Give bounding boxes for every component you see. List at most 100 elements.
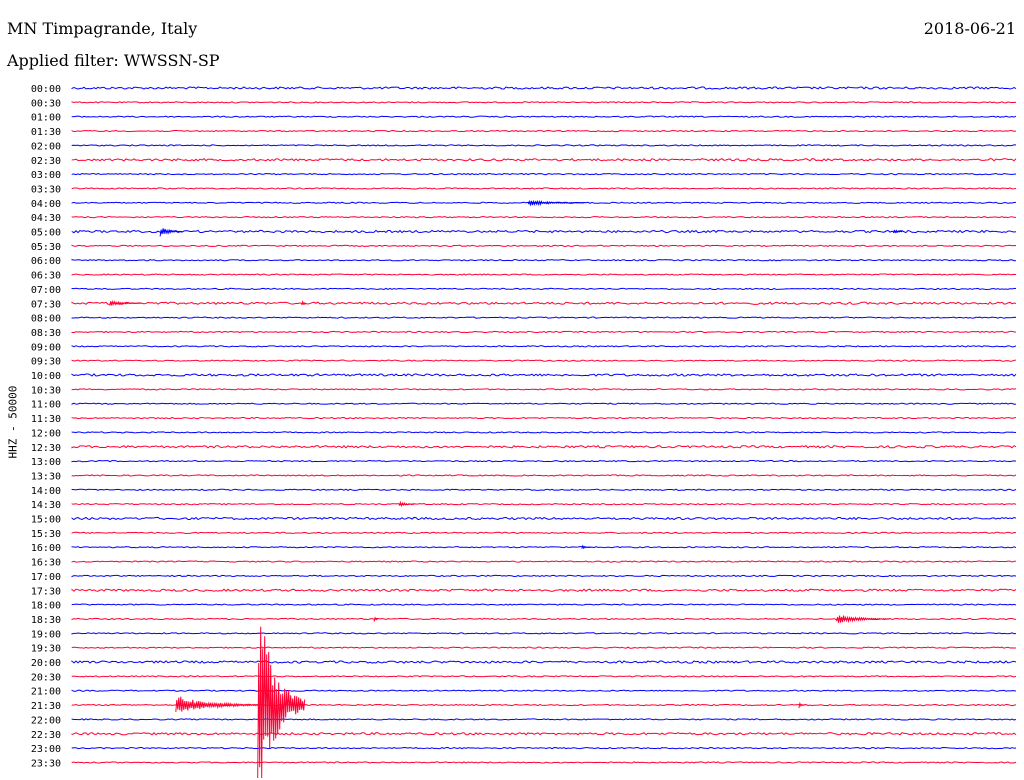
row-time-label: 13:00 — [31, 457, 61, 468]
trace-row — [71, 101, 1017, 104]
row-time-label: 10:30 — [31, 385, 61, 396]
row-time-label: 02:00 — [31, 141, 61, 152]
trace-row — [71, 646, 1017, 649]
row-time-label: 08:00 — [31, 314, 61, 325]
trace-row — [71, 172, 1017, 176]
seismic-event — [398, 500, 415, 508]
seismic-event — [109, 299, 141, 306]
seismic-event — [301, 300, 306, 306]
row-time-label: 06:00 — [31, 256, 61, 267]
trace-row — [71, 546, 1017, 549]
seismic-event — [581, 544, 591, 550]
row-time-label: 03:00 — [31, 170, 61, 181]
row-time-label: 11:30 — [31, 414, 61, 425]
trace-row — [71, 129, 1017, 133]
trace-row — [71, 574, 1017, 578]
row-time-label: 13:30 — [31, 471, 61, 482]
row-time-label: 01:00 — [31, 113, 61, 124]
row-time-label: 10:00 — [31, 371, 61, 382]
trace-row — [71, 675, 1017, 678]
trace-row — [71, 229, 1017, 234]
row-time-label: 04:00 — [31, 199, 61, 210]
row-time-label: 18:30 — [31, 615, 61, 626]
row-time-label: 20:30 — [31, 672, 61, 683]
trace-row — [71, 244, 1017, 247]
trace-row — [71, 531, 1017, 534]
row-time-label: 19:30 — [31, 644, 61, 655]
seismic-event — [175, 696, 265, 712]
trace-row — [71, 187, 1017, 190]
row-time-label: 22:30 — [31, 730, 61, 741]
trace-row — [71, 144, 1016, 147]
row-time-label: 04:30 — [31, 213, 61, 224]
row-time-label: 21:30 — [31, 701, 61, 712]
row-time-label: 12:30 — [31, 443, 61, 454]
row-time-label: 14:00 — [31, 486, 61, 497]
trace-row — [71, 373, 1017, 377]
row-time-label: 01:30 — [31, 127, 61, 138]
seismic-event — [527, 199, 585, 207]
trace-row — [71, 431, 1017, 434]
row-time-label: 09:00 — [31, 342, 61, 353]
helicorder-plot: 00:00 00:30 01:00 01:30 02:00 02:30 03:00 03:30… — [31, 84, 1017, 779]
trace-row — [71, 731, 1017, 736]
row-time-label: 20:00 — [31, 658, 61, 669]
row-time-label: 09:30 — [31, 357, 61, 368]
trace-row — [71, 746, 1017, 750]
seismic-event — [798, 701, 806, 709]
row-time-label: 17:00 — [31, 572, 61, 583]
trace-row — [71, 359, 1017, 362]
trace-row — [71, 660, 1017, 664]
row-time-label: 08:30 — [31, 328, 61, 339]
trace-row — [71, 330, 1017, 334]
row-time-label: 00:00 — [31, 84, 61, 95]
row-time-label: 21:00 — [31, 687, 61, 698]
row-time-label: 00:30 — [31, 98, 61, 109]
trace-row — [71, 632, 1017, 635]
row-time-label: 18:00 — [31, 601, 61, 612]
trace-row — [71, 215, 1017, 219]
trace-row — [71, 444, 1017, 449]
trace-row — [71, 287, 1017, 291]
trace-row — [71, 761, 1017, 764]
row-time-label: 17:30 — [31, 586, 61, 597]
row-time-label: 02:30 — [31, 156, 61, 167]
trace-row — [71, 388, 1017, 391]
trace-row — [71, 115, 1017, 118]
trace-row — [71, 158, 1017, 162]
trace-row — [71, 316, 1017, 319]
row-time-label: 16:30 — [31, 558, 61, 569]
trace-row — [71, 588, 1017, 592]
trace-row — [71, 301, 1017, 305]
row-time-label: 23:00 — [31, 744, 61, 755]
row-time-label: 16:00 — [31, 543, 61, 554]
row-time-label: 23:30 — [31, 758, 61, 769]
row-time-label: 03:30 — [31, 184, 61, 195]
trace-row — [71, 86, 1017, 90]
trace-row — [71, 402, 1017, 405]
row-time-label: 06:30 — [31, 271, 61, 282]
trace-row — [71, 516, 1017, 521]
seismic-event — [836, 615, 890, 624]
seismic-event — [257, 626, 306, 779]
trace-row — [71, 603, 1017, 606]
trace-row — [71, 502, 1017, 506]
trace-row — [71, 459, 1017, 463]
trace-row — [71, 560, 1017, 563]
trace-row — [71, 258, 1017, 262]
row-time-label: 11:00 — [31, 400, 61, 411]
row-time-label: 05:00 — [31, 228, 61, 239]
trace-row — [71, 474, 1017, 477]
row-time-label: 12:00 — [31, 428, 61, 439]
trace-row — [71, 718, 1017, 721]
row-time-label: 07:30 — [31, 299, 61, 310]
trace-row — [71, 345, 1017, 348]
row-time-label: 14:30 — [31, 500, 61, 511]
row-time-label: 05:30 — [31, 242, 61, 253]
trace-row — [71, 488, 1017, 491]
trace-row — [71, 273, 1017, 276]
row-time-label: 15:30 — [31, 529, 61, 540]
row-time-label: 22:00 — [31, 715, 61, 726]
row-time-label: 07:00 — [31, 285, 61, 296]
trace-row — [71, 416, 1017, 420]
